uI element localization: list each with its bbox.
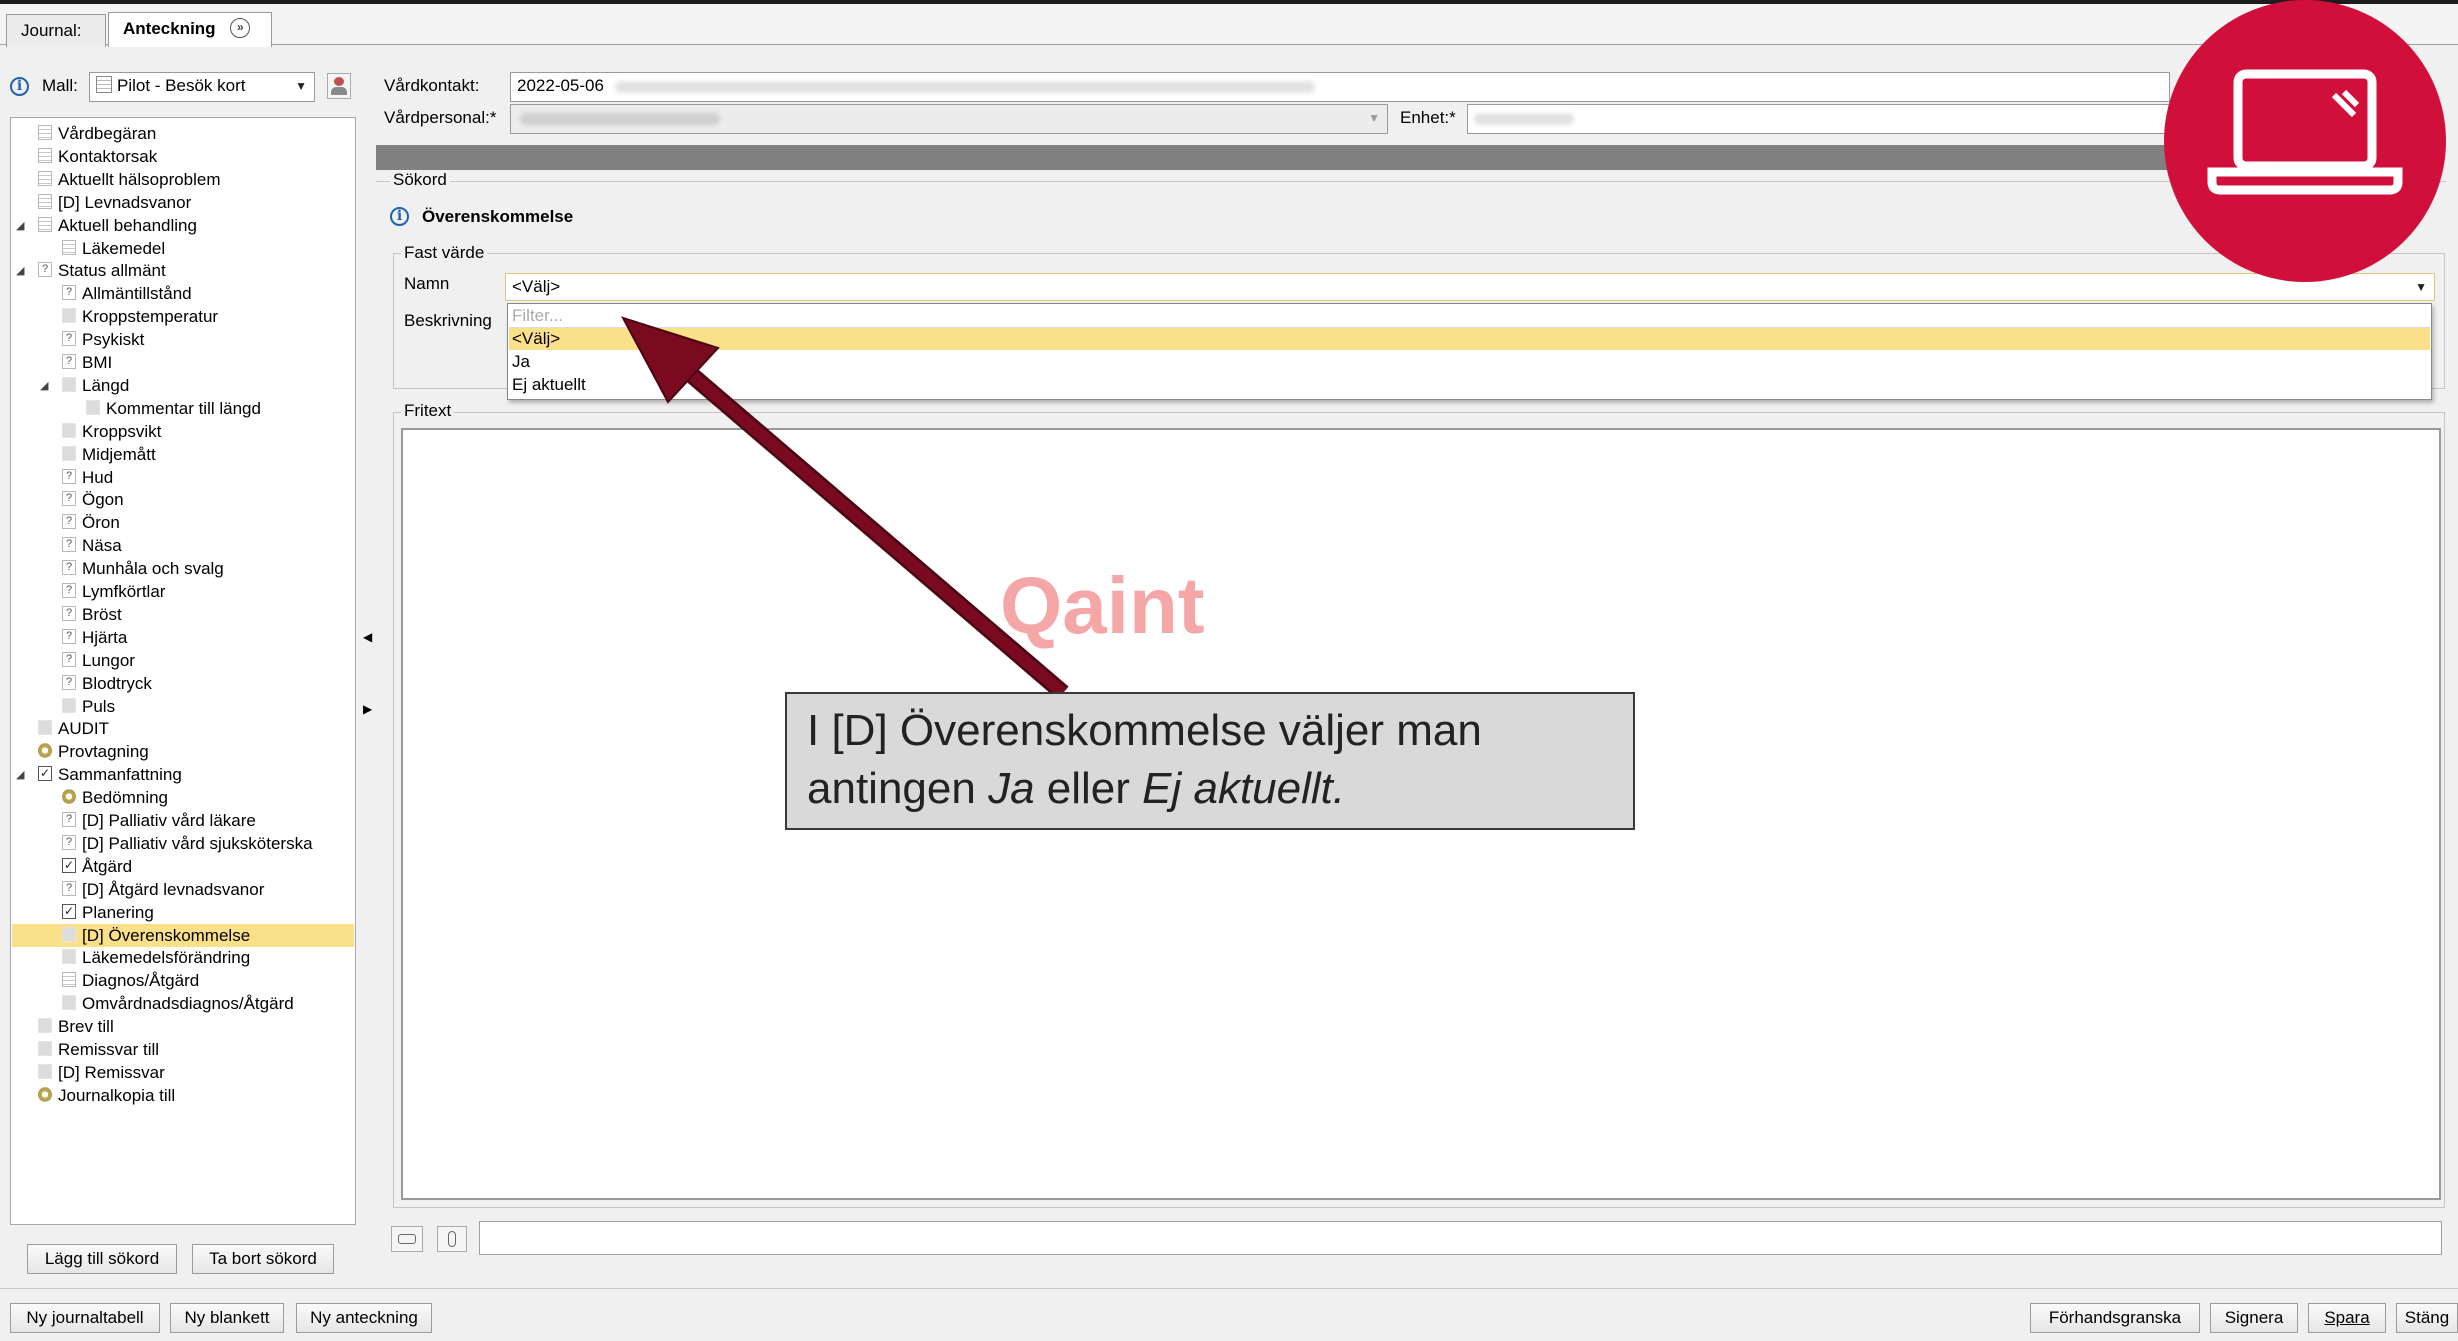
watermark: Qaint [1000,561,1205,650]
callout-line-1: I [D] Överenskommelse väljer man [807,706,1482,755]
laptop-icon [2207,69,2403,195]
instruction-callout: I [D] Överenskommelse väljer man antinge… [785,692,1635,830]
annotation-arrow [620,316,1069,700]
laptop-badge [2164,0,2446,282]
callout-line-2: antingen Ja eller Ej aktuellt. [807,764,1346,813]
